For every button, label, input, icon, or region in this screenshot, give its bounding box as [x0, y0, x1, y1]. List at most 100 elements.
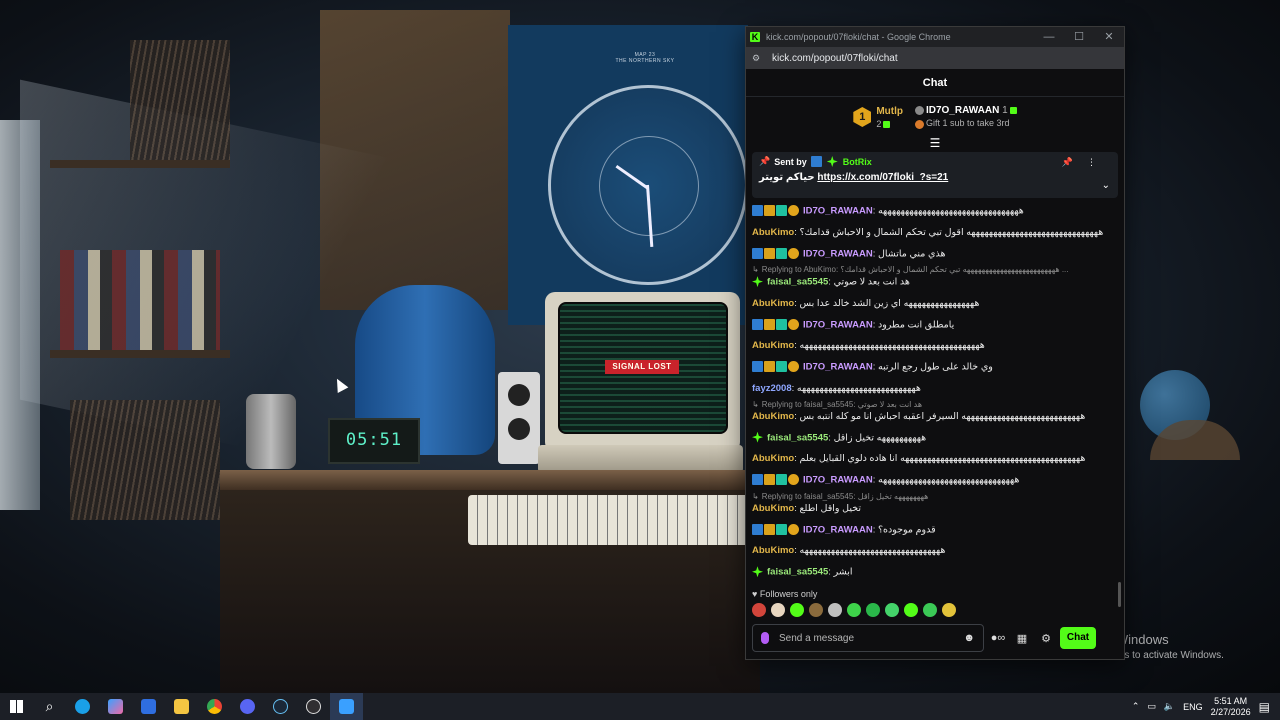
chat-message-list[interactable]: ID7O_RAWAAN: ههههههههههههههههههههههههههه…: [752, 205, 1116, 591]
chat-username[interactable]: faisal_sa5545: [767, 432, 828, 443]
site-info-icon[interactable]: ⚙: [752, 53, 764, 64]
emote-icon[interactable]: [904, 603, 918, 617]
chat-username[interactable]: ID7O_RAWAAN: [803, 206, 873, 217]
pinned-link[interactable]: https://x.com/07floki_?s=21: [817, 172, 948, 183]
mic-icon[interactable]: [761, 632, 769, 644]
send-chat-button[interactable]: Chat: [1060, 627, 1096, 649]
chat-username[interactable]: ID7O_RAWAAN: [803, 362, 873, 373]
chevron-up-icon[interactable]: ⌃: [1132, 701, 1140, 712]
minimize-button[interactable]: —: [1034, 27, 1064, 47]
emote-icon[interactable]: [866, 603, 880, 617]
pinned-bot-name[interactable]: BotRix: [843, 157, 872, 167]
chat-message[interactable]: ID7O_RAWAAN: ههههههههههههههههههههههههههه…: [752, 474, 1116, 487]
copilot-icon[interactable]: [99, 693, 132, 720]
chat-message[interactable]: ID7O_RAWAAN: ههههههههههههههههههههههههههه…: [752, 205, 1116, 218]
maximize-button[interactable]: ☐: [1064, 27, 1094, 47]
expand-leaderboard-icon[interactable]: ☰: [746, 137, 1124, 149]
chat-message[interactable]: faisal_sa5545: هد انت بعد لا صوتي: [752, 276, 1116, 289]
start-button[interactable]: [0, 693, 33, 720]
chat-username[interactable]: ID7O_RAWAAN: [803, 475, 873, 486]
leaderboard-entry[interactable]: 1 Mutlp 2: [853, 106, 903, 129]
language-indicator[interactable]: ENG: [1183, 702, 1203, 712]
settings-icon[interactable]: ⚙: [1036, 632, 1056, 645]
chat-input-placeholder[interactable]: Send a message: [779, 633, 953, 644]
chat-scrollbar[interactable]: [1118, 582, 1121, 607]
more-options-icon[interactable]: ⋮: [1087, 157, 1110, 167]
chat-message[interactable]: faisal_sa5545: ابشر: [752, 566, 1116, 579]
chat-username[interactable]: ID7O_RAWAAN: [803, 248, 873, 259]
steam-icon[interactable]: [264, 693, 297, 720]
chrome-icon[interactable]: [198, 693, 231, 720]
chat-username[interactable]: ID7O_RAWAAN: [803, 524, 873, 535]
chat-message[interactable]: AbuKimo: ههههههههههههههههههههههههههههههه…: [752, 227, 1116, 239]
chat-username[interactable]: faisal_sa5545: [767, 277, 828, 288]
address-bar[interactable]: ⚙ kick.com/popout/07floki/chat: [746, 47, 1124, 69]
emote-icon[interactable]: [790, 603, 804, 617]
emoji-picker-icon[interactable]: ☻: [963, 632, 975, 644]
reply-text: Replying to AbuKimo: ههههههههههههههههههه…: [761, 265, 1069, 275]
chat-message[interactable]: AbuKimo: ههههههههههههههههههههههههههههههه…: [752, 340, 1116, 352]
emote-icon[interactable]: [847, 603, 861, 617]
unpin-icon[interactable]: 📌: [1062, 157, 1087, 167]
chat-username[interactable]: ID7O_RAWAAN: [803, 319, 873, 330]
chat-username[interactable]: fayz2008: [752, 383, 792, 394]
chat-username[interactable]: AbuKimo: [752, 453, 794, 464]
store-icon[interactable]: ▦: [1012, 632, 1032, 645]
pinned-message[interactable]: 📌 Sent by BotRix حياكم تويتر https://x.c…: [752, 152, 1118, 198]
window-titlebar[interactable]: K kick.com/popout/07floki/chat - Google …: [746, 27, 1124, 47]
store-app-icon[interactable]: [132, 693, 165, 720]
edge-icon[interactable]: [66, 693, 99, 720]
chat-username[interactable]: AbuKimo: [752, 227, 794, 238]
chat-username[interactable]: AbuKimo: [752, 411, 794, 422]
chat-message-text: قدوم موجوده؟: [877, 524, 936, 536]
emote-icon[interactable]: [828, 603, 842, 617]
url-text[interactable]: kick.com/popout/07floki/chat: [772, 53, 898, 64]
chat-message[interactable]: AbuKimo: تخيل واقل اطلع: [752, 503, 1116, 515]
chat-message[interactable]: AbuKimo: ههههههههههههههههههههههههههههههه…: [752, 453, 1116, 465]
emote-icon[interactable]: [942, 603, 956, 617]
chat-message[interactable]: AbuKimo: هههههههههههههههههههههههههههه ال…: [752, 411, 1116, 423]
window-title: kick.com/popout/07floki/chat - Google Ch…: [766, 32, 951, 42]
chat-message-text: ابشر: [833, 566, 853, 578]
chevron-down-icon[interactable]: ⌄: [1102, 180, 1110, 191]
chat-message[interactable]: ID7O_RAWAAN: يامطلق انت مطرود: [752, 318, 1116, 332]
chat-message[interactable]: ID7O_RAWAAN: هذي مني ماتشال: [752, 247, 1116, 261]
emote-icon[interactable]: [771, 603, 785, 617]
chat-username[interactable]: AbuKimo: [752, 545, 794, 556]
chat-username[interactable]: AbuKimo: [752, 298, 794, 309]
chat-message[interactable]: fayz2008: هههههههههههههههههههههههههههه: [752, 383, 1116, 395]
chrome-popup-window[interactable]: K kick.com/popout/07floki/chat - Google …: [745, 26, 1125, 660]
chat-username[interactable]: AbuKimo: [752, 503, 794, 514]
taskbar-time: 5:51 AM: [1214, 695, 1248, 706]
discord-icon[interactable]: [231, 693, 264, 720]
taskbar-clock[interactable]: 5:51 AM 2/27/2026: [1211, 696, 1251, 718]
chat-input[interactable]: Send a message ☻: [752, 624, 984, 652]
emote-icon[interactable]: [885, 603, 899, 617]
reply-context[interactable]: ↳ Replying to faisal_sa5545: ههههههههه تخ…: [752, 492, 1116, 502]
search-icon[interactable]: ⌕: [33, 693, 66, 720]
chat-username[interactable]: faisal_sa5545: [767, 567, 828, 578]
chat-message[interactable]: ID7O_RAWAAN: قدوم موجوده؟: [752, 523, 1116, 537]
emote-icon[interactable]: [809, 603, 823, 617]
blue-badge-icon: [752, 318, 763, 330]
notifications-icon[interactable]: ▤: [1259, 700, 1270, 714]
chat-message[interactable]: faisal_sa5545: ههههههههههه تخيل زاقل: [752, 431, 1116, 445]
obs-icon[interactable]: [297, 693, 330, 720]
channel-points-icon[interactable]: ●∞: [988, 632, 1008, 644]
app-icon[interactable]: [330, 693, 363, 720]
emote-icon[interactable]: [923, 603, 937, 617]
blue-badge-icon: [752, 205, 763, 216]
leaderboard-entry[interactable]: ID7O_RAWAAN 1 Gift 1 sub to take 3rd: [914, 105, 1017, 129]
speaker-icon[interactable]: 🔈: [1164, 701, 1175, 712]
chat-message[interactable]: ID7O_RAWAAN: وي خالد على طول رجع الرتبه: [752, 361, 1116, 374]
network-icon[interactable]: ▭: [1147, 701, 1156, 712]
taskbar-date: 2/27/2026: [1210, 706, 1251, 717]
file-explorer-icon[interactable]: [165, 693, 198, 720]
reply-context[interactable]: ↳ Replying to AbuKimo: هههههههههههههههههه…: [752, 265, 1116, 275]
chat-username[interactable]: AbuKimo: [752, 340, 794, 351]
chat-message[interactable]: AbuKimo: ههههههههههههههههه اي زين الشد خ…: [752, 298, 1116, 310]
emote-icon[interactable]: [752, 603, 766, 617]
reply-context[interactable]: ↳ Replying to faisal_sa5545: هد انت بعد ل…: [752, 400, 1116, 410]
chat-message[interactable]: AbuKimo: ههههههههههههههههههههههههههههههه…: [752, 545, 1116, 557]
close-button[interactable]: ✕: [1094, 27, 1124, 47]
